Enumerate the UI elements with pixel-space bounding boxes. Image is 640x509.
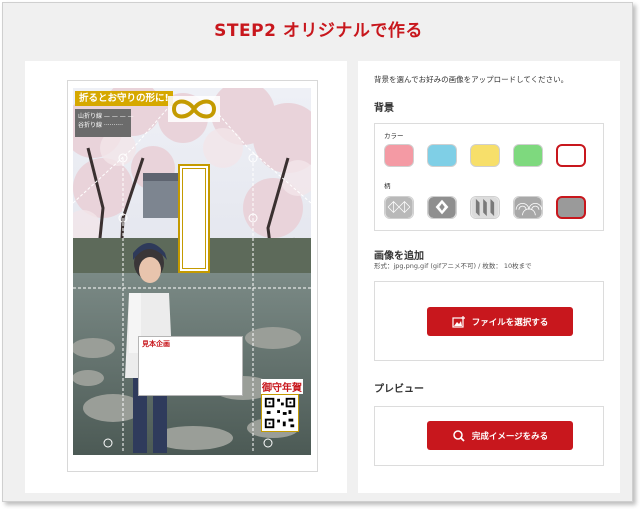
upload-box: ファイルを選択する	[374, 281, 604, 361]
address-box: 見本企画	[138, 336, 243, 396]
color-swatch-blue[interactable]	[427, 144, 457, 167]
upload-format-note: 形式：jpg,png,gif (gifアニメ不可) / 枚数： 10枚まで	[374, 262, 532, 270]
color-swatch-green[interactable]	[513, 144, 543, 167]
fold-banner: 折るとお守りの形に!	[75, 91, 173, 106]
address-label: 見本企画	[142, 340, 170, 348]
search-icon	[453, 429, 465, 442]
color-label: カラー	[384, 132, 404, 140]
view-finished-image-label: 完成イメージをみる	[471, 431, 549, 442]
omamori-card-preview: 折るとお守りの形に! 山折り線 — — — — 谷折り線 ·········· …	[67, 80, 318, 472]
pattern-swatch-asanoha[interactable]	[384, 196, 414, 219]
preview-title: プレビュー	[374, 384, 424, 395]
settings-panel: 背景を選んでお好みの画像をアップロードしてください。 背景 カラー 柄 画像を追…	[358, 61, 620, 493]
color-swatch-white[interactable]	[556, 144, 586, 167]
qr-code-icon	[261, 394, 299, 432]
instruction-text: 背景を選んでお好みの画像をアップロードしてください。	[374, 75, 569, 84]
pattern-swatch-plain[interactable]	[556, 196, 586, 219]
fold-legend: 山折り線 — — — — 谷折り線 ··········	[75, 109, 134, 137]
view-finished-image-button[interactable]: 完成イメージをみる	[427, 421, 573, 450]
select-file-button[interactable]: ファイルを選択する	[427, 307, 573, 336]
legend-valley-fold: 谷折り線 ··········	[78, 122, 123, 129]
pattern-swatch-yagasuri[interactable]	[470, 196, 500, 219]
color-swatch-pink[interactable]	[384, 144, 414, 167]
pattern-swatch-seigaiha[interactable]	[513, 196, 543, 219]
preview-box: 完成イメージをみる	[374, 406, 604, 466]
image-add-icon	[452, 315, 465, 328]
design-preview-panel: 折るとお守りの形に! 山折り線 — — — — 谷折り線 ·········· …	[25, 61, 347, 493]
select-file-label: ファイルを選択する	[471, 317, 549, 328]
background-options: カラー 柄	[374, 123, 604, 231]
legend-mountain-fold: 山折り線 — — — —	[78, 113, 134, 120]
page-title: STEP2 オリジナルで作る	[214, 21, 423, 41]
color-swatch-yellow[interactable]	[470, 144, 500, 167]
pattern-swatch-kikko[interactable]	[427, 196, 457, 219]
wish-text-frame	[178, 164, 210, 273]
uploaded-photo: 折るとお守りの形に! 山折り線 — — — — 谷折り線 ·········· …	[73, 88, 311, 455]
main-frame: STEP2 オリジナルで作る 折るとお守りの形に! 山折り線 — — — — 谷…	[2, 2, 633, 502]
pattern-label: 柄	[384, 182, 391, 190]
stamp-label: 御守年賀	[261, 379, 303, 394]
background-title: 背景	[374, 103, 394, 114]
knot-icon	[168, 96, 220, 122]
